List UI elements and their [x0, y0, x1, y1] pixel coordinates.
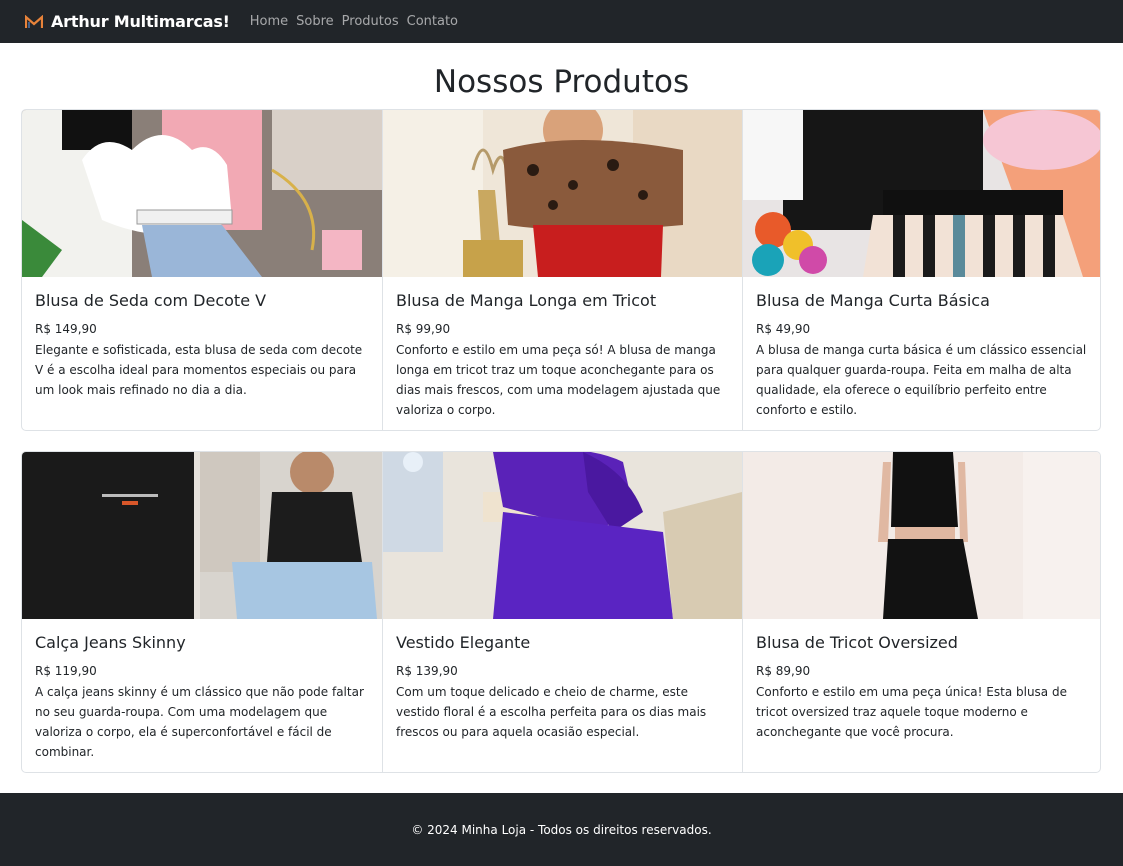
brand-logo-icon — [25, 14, 43, 28]
product-description: Conforto e estilo em uma peça única! Est… — [756, 685, 1067, 739]
product-description: Conforto e estilo em uma peça só! A blus… — [396, 343, 721, 417]
footer: © 2024 Minha Loja - Todos os direitos re… — [0, 793, 1123, 866]
product-card[interactable]: Blusa de Tricot Oversized R$ 89,90 Confo… — [742, 452, 1100, 772]
product-description: Elegante e sofisticada, esta blusa de se… — [35, 343, 363, 397]
product-name: Blusa de Tricot Oversized — [756, 633, 958, 652]
product-card[interactable]: Blusa de Seda com Decote V R$ 149,90 Ele… — [22, 110, 382, 430]
page-title: Nossos Produtos — [433, 64, 690, 100]
product-name: Blusa de Manga Longa em Tricot — [396, 291, 657, 310]
product-image — [743, 452, 1100, 619]
product-image — [383, 110, 742, 277]
product-price: R$ 49,90 — [756, 322, 811, 336]
product-card[interactable]: Blusa de Manga Curta Básica R$ 49,90 A b… — [742, 110, 1100, 430]
footer-copyright: © 2024 Minha Loja - Todos os direitos re… — [411, 822, 712, 837]
product-name: Blusa de Seda com Decote V — [35, 291, 267, 310]
product-card[interactable]: Calça Jeans Skinny R$ 119,90 A calça jea… — [22, 452, 382, 772]
product-image — [22, 110, 382, 277]
card-group-row-1: Blusa de Seda com Decote V R$ 149,90 Ele… — [21, 109, 1101, 431]
nav-links: Home Sobre Produtos Contato — [242, 14, 458, 29]
nav-link-sobre[interactable]: Sobre — [296, 14, 334, 29]
card-group-row-2: Calça Jeans Skinny R$ 119,90 A calça jea… — [21, 451, 1101, 773]
product-name: Vestido Elegante — [396, 633, 531, 652]
product-name: Blusa de Manga Curta Básica — [756, 291, 990, 310]
nav-link-produtos[interactable]: Produtos — [342, 14, 399, 29]
brand[interactable]: Arthur Multimarcas! — [25, 12, 230, 31]
nav-link-home[interactable]: Home — [250, 14, 288, 29]
product-price: R$ 139,90 — [396, 664, 458, 678]
navbar: Arthur Multimarcas! Home Sobre Produtos … — [0, 0, 1123, 43]
nav-link-contato[interactable]: Contato — [407, 14, 458, 29]
brand-name: Arthur Multimarcas! — [51, 12, 230, 31]
product-image — [743, 110, 1100, 277]
product-image — [383, 452, 742, 619]
product-price: R$ 119,90 — [35, 664, 97, 678]
product-card[interactable]: Vestido Elegante R$ 139,90 Com um toque … — [382, 452, 742, 772]
product-price: R$ 99,90 — [396, 322, 451, 336]
product-description: Com um toque delicado e cheio de charme,… — [396, 685, 707, 739]
product-description: A blusa de manga curta básica é um cláss… — [756, 343, 1087, 417]
product-name: Calça Jeans Skinny — [35, 633, 186, 652]
product-price: R$ 149,90 — [35, 322, 97, 336]
product-card[interactable]: Blusa de Manga Longa em Tricot R$ 99,90 … — [382, 110, 742, 430]
product-image — [22, 452, 382, 619]
product-price: R$ 89,90 — [756, 664, 811, 678]
product-description: A calça jeans skinny é um clássico que n… — [35, 685, 364, 759]
